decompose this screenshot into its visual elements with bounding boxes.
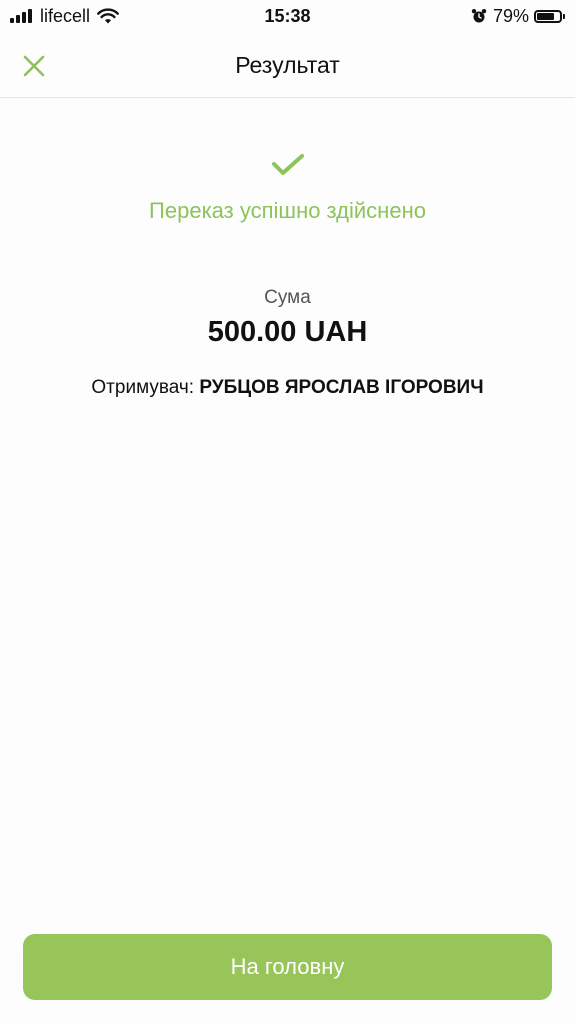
amount-label: Сума: [264, 287, 311, 308]
recipient-line: Отримувач: РУБЦОВ ЯРОСЛАВ ІГОРОВИЧ: [0, 377, 575, 399]
status-bar-right: 79%: [471, 4, 565, 28]
home-button[interactable]: На головну: [23, 934, 552, 1000]
battery-icon: [534, 9, 562, 23]
success-indicator: [0, 152, 575, 178]
recipient-name: РУБЦОВ ЯРОСЛАВ ІГОРОВИЧ: [199, 377, 484, 398]
battery-fill: [537, 12, 554, 20]
alarm-icon: [471, 9, 487, 23]
success-message: Переказ успішно здійснено: [149, 198, 426, 223]
status-bar: lifecell 15:38 79%: [0, 0, 575, 34]
recipient-label: Отримувач:: [91, 377, 195, 398]
amount-value: 500.00 UAH: [207, 316, 368, 348]
battery-tip: [563, 13, 565, 19]
battery-percent: 79%: [492, 5, 529, 26]
nav-header: Результат: [0, 34, 575, 98]
page-title: Результат: [235, 52, 340, 78]
check-icon: [271, 154, 304, 175]
